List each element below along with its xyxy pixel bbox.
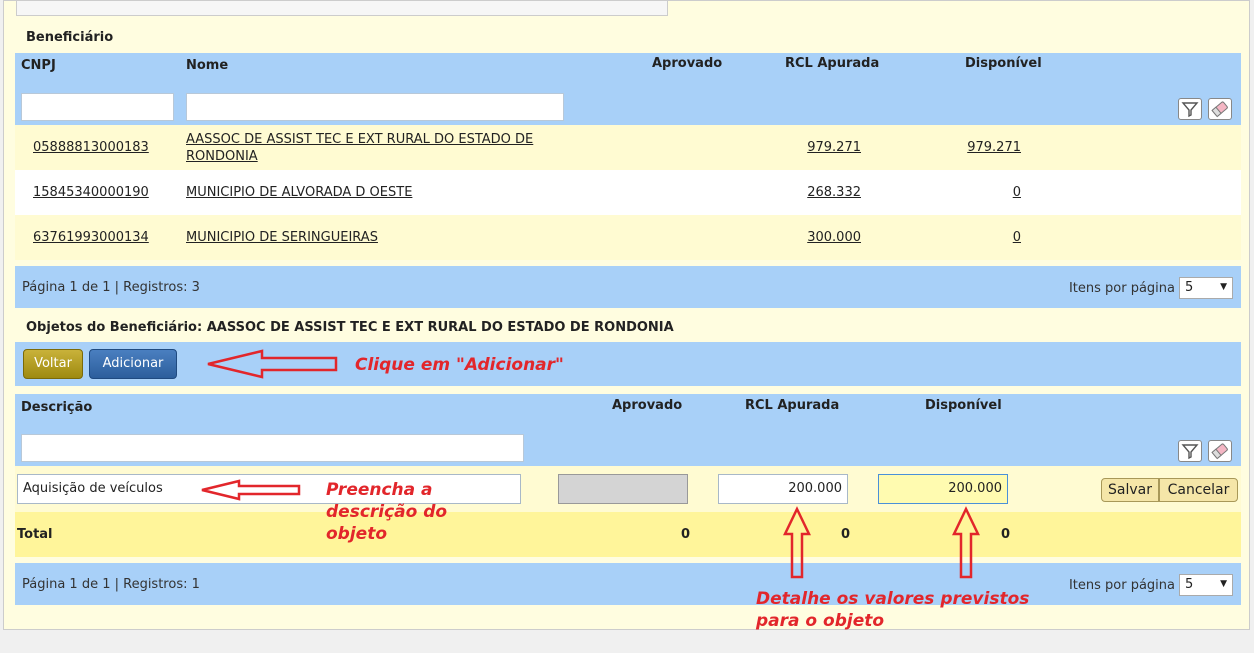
nome-filter-input[interactable] [186, 93, 564, 121]
pagination-info: Página 1 de 1 | Registros: 3 [22, 280, 200, 295]
disponivel-link[interactable]: 0 [935, 230, 1021, 245]
nome-link[interactable]: MUNICIPIO DE SERINGUEIRAS [186, 230, 378, 245]
voltar-button[interactable]: Voltar [23, 349, 83, 379]
cnpj-link[interactable]: 63761993000134 [33, 230, 149, 245]
filter-icon [1181, 444, 1199, 460]
disponivel-link[interactable]: 0 [935, 185, 1021, 200]
rcl-link[interactable]: 268.332 [775, 185, 861, 200]
aprovado-input-disabled [558, 474, 688, 504]
col-descricao[interactable]: Descrição [21, 400, 92, 415]
beneficiario-title: Beneficiário [26, 30, 114, 45]
objetos-header: Descrição Aprovado RCL Apurada Disponíve… [15, 394, 1241, 466]
caret-down-icon: ▼ [1220, 282, 1227, 292]
salvar-button[interactable]: Salvar [1101, 478, 1159, 502]
total-rcl-apurada: 0 [840, 527, 850, 542]
arrow-left-icon [201, 479, 301, 501]
nome-link[interactable]: AASSOC DE ASSIST TEC E EXT RURAL DO ESTA… [186, 131, 556, 165]
col-cnpj[interactable]: CNPJ [21, 58, 56, 73]
items-per-page-label: Itens por página [1068, 281, 1175, 296]
top-container-edge [16, 1, 668, 16]
items-per-page-select[interactable]: 5 ▼ [1179, 574, 1233, 596]
descricao-filter-input[interactable] [21, 434, 524, 462]
disponivel-link[interactable]: 979.271 [935, 140, 1021, 155]
total-aprovado: 0 [680, 527, 690, 542]
objetos-toolbar: Voltar Adicionar [15, 342, 1241, 386]
items-per-page-select[interactable]: 5 ▼ [1179, 277, 1233, 299]
rcl-apurada-input[interactable]: 200.000 [718, 474, 848, 504]
cancelar-button[interactable]: Cancelar [1159, 478, 1238, 502]
adicionar-button[interactable]: Adicionar [89, 349, 177, 379]
arrow-up-icon [783, 506, 811, 579]
objetos-pagination: Página 1 de 1 | Registros: 1 Itens por p… [15, 563, 1241, 605]
cnpj-link[interactable]: 05888813000183 [33, 140, 149, 155]
filter-icon [1181, 102, 1199, 118]
eraser-icon [1211, 443, 1228, 460]
table-row[interactable]: 05888813000183 AASSOC DE ASSIST TEC E EX… [15, 125, 1241, 170]
caret-down-icon: ▼ [1220, 579, 1227, 589]
pagination-info: Página 1 de 1 | Registros: 1 [22, 577, 200, 592]
annotation-descricao: Preencha a descrição do objeto [326, 480, 448, 544]
table-row[interactable]: 63761993000134 MUNICIPIO DE SERINGUEIRAS… [15, 215, 1241, 260]
beneficiario-header: CNPJ Nome Aprovado RCL Apurada Disponíve… [15, 53, 1241, 125]
col-aprovado[interactable]: Aprovado [652, 56, 722, 71]
col-aprovado[interactable]: Aprovado [612, 398, 682, 413]
rcl-link[interactable]: 979.271 [775, 140, 861, 155]
col-disponivel[interactable]: Disponível [965, 56, 1042, 71]
main-panel: Beneficiário CNPJ Nome Aprovado RCL Apur… [3, 0, 1250, 631]
arrow-up-icon [952, 506, 980, 579]
objetos-title: Objetos do Beneficiário: AASSOC DE ASSIS… [26, 320, 674, 335]
filter-button[interactable] [1178, 98, 1202, 120]
col-disponivel[interactable]: Disponível [925, 398, 1002, 413]
col-rcl-apurada[interactable]: RCL Apurada [785, 56, 879, 71]
filter-button[interactable] [1178, 440, 1202, 462]
cnpj-filter-input[interactable] [21, 93, 174, 121]
annotation-adicionar: Clique em "Adicionar" [355, 355, 564, 375]
items-per-page-label: Itens por página [1068, 578, 1175, 593]
cnpj-link[interactable]: 15845340000190 [33, 185, 149, 200]
table-row[interactable]: 15845340000190 MUNICIPIO DE ALVORADA D O… [15, 170, 1241, 215]
col-nome[interactable]: Nome [186, 58, 228, 73]
eraser-icon [1211, 101, 1228, 118]
col-rcl-apurada[interactable]: RCL Apurada [745, 398, 839, 413]
total-label: Total [17, 527, 53, 542]
beneficiario-pagination: Página 1 de 1 | Registros: 3 Itens por p… [15, 266, 1241, 308]
clear-filter-button[interactable] [1208, 98, 1232, 120]
clear-filter-button[interactable] [1208, 440, 1232, 462]
disponivel-input[interactable]: 200.000 [878, 474, 1008, 504]
rcl-link[interactable]: 300.000 [775, 230, 861, 245]
nome-link[interactable]: MUNICIPIO DE ALVORADA D OESTE [186, 185, 412, 200]
arrow-left-icon [207, 349, 338, 379]
total-row: Total 0 0 0 [15, 512, 1241, 557]
annotation-valores: Detalhe os valores previstos para o obje… [756, 589, 1030, 631]
